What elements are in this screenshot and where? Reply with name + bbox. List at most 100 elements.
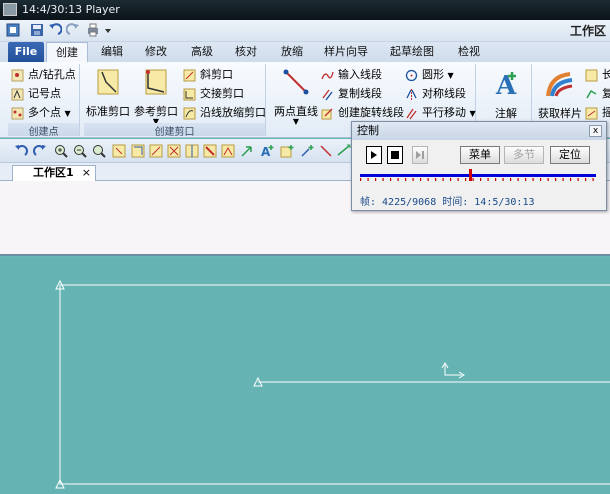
sample-shake-button[interactable]: 摇: [584, 104, 610, 122]
tab-drafting[interactable]: 起草绘图: [384, 42, 440, 62]
rotate-line-icon: [321, 108, 333, 120]
piece-tool-icon[interactable]: [131, 144, 145, 158]
marker-point-button[interactable]: 记号点: [10, 85, 61, 103]
input-line-button[interactable]: 输入线段: [320, 66, 382, 84]
sample-long-icon: [585, 69, 598, 82]
get-sample-icon: [546, 72, 573, 97]
group-create-notches: 标准剪口 参考剪口 ▼ 斜剪口 交接剪口 沿线放缩剪口 创建剪口: [84, 64, 266, 138]
copy-line-icon: [322, 89, 333, 101]
junction-notch-button[interactable]: 交接剪口: [182, 85, 244, 103]
parallel-move-button[interactable]: 平行移动 ▼: [404, 104, 476, 122]
tab-view[interactable]: 检视: [448, 42, 490, 62]
marker-icon: [11, 88, 24, 101]
text-add-icon[interactable]: A: [260, 144, 274, 158]
close-icon[interactable]: ×: [82, 166, 91, 180]
two-point-line-button[interactable]: 两点直线 ▼: [272, 66, 320, 126]
point-drill-button[interactable]: 点/钻孔点: [10, 66, 76, 84]
dropdown-arrow-icon: ▼: [447, 71, 454, 80]
copy-line-button[interactable]: 复制线段: [320, 85, 382, 103]
dropdown-arrow-icon: ▼: [292, 117, 300, 126]
input-line-icon: [321, 71, 334, 80]
line-tool-icon[interactable]: [319, 144, 333, 158]
line-add-icon[interactable]: [300, 144, 314, 158]
step-icon: [416, 151, 424, 159]
redo-icon[interactable]: [33, 144, 47, 158]
play-icon: [371, 151, 377, 159]
pattern-outline: [55, 279, 610, 489]
save-icon[interactable]: [30, 23, 44, 37]
app-icon: [3, 3, 17, 16]
zoom-in-icon[interactable]: [54, 144, 68, 158]
ribbon-tabs: File 创建 编辑 修改 高级 核对 放缩 样片向导 起草绘图 检视: [0, 42, 610, 62]
app-menu-icon[interactable]: [6, 23, 20, 37]
playback-control-panel: 控制 x 菜单 多节 定位 帧: 4225/9068 时间: 14:5/30:1…: [351, 121, 607, 211]
close-icon[interactable]: x: [589, 125, 602, 137]
quick-access-toolbar: 工作区: [0, 20, 610, 42]
rotate-line-button[interactable]: 创建旋转线段: [320, 104, 404, 122]
sample-long-button[interactable]: 长: [584, 66, 610, 84]
tab-sample-wizard[interactable]: 样片向导: [318, 42, 374, 62]
get-sample-button[interactable]: 获取样片: [534, 68, 586, 121]
dropdown-arrow-icon: ▼: [469, 109, 476, 118]
point-icon: [11, 69, 24, 82]
piece-cut-icon[interactable]: [167, 144, 181, 158]
undo-icon[interactable]: [48, 23, 62, 37]
control-title-bar[interactable]: 控制 x: [352, 122, 606, 140]
group-label: 创建剪口: [84, 123, 265, 138]
menu-button[interactable]: 菜单: [460, 146, 500, 164]
control-title: 控制: [357, 124, 379, 137]
piece-edit-icon[interactable]: [149, 144, 163, 158]
mirror-line-button[interactable]: 对称线段: [404, 85, 466, 103]
origin-axis-icon: [441, 362, 465, 379]
step-button[interactable]: [412, 146, 428, 164]
tab-check[interactable]: 核对: [226, 42, 266, 62]
tab-advanced[interactable]: 高级: [182, 42, 222, 62]
stop-button[interactable]: [387, 146, 403, 164]
undo-icon[interactable]: [14, 144, 28, 158]
junction-notch-icon: [183, 88, 196, 101]
tab-grading[interactable]: 放缩: [272, 42, 312, 62]
stop-icon: [391, 151, 399, 159]
tab-edit[interactable]: 编辑: [92, 42, 132, 62]
multi-point-icon: [11, 107, 24, 120]
document-title: 工作区: [569, 24, 606, 38]
tab-modify[interactable]: 修改: [136, 42, 176, 62]
timeline-track[interactable]: [360, 174, 596, 177]
print-icon[interactable]: [86, 23, 100, 37]
redo-icon[interactable]: [66, 23, 80, 37]
sample-copy-icon: [586, 89, 597, 99]
drawing-canvas[interactable]: [0, 258, 610, 494]
frame-time-status: 帧: 4225/9068 时间: 14:5/30:13: [360, 197, 535, 208]
document-tab-workspace1[interactable]: 工作区1 ×: [12, 165, 96, 181]
point-add-icon[interactable]: [280, 144, 294, 158]
piece-delete-icon[interactable]: [203, 144, 217, 158]
select-icon[interactable]: [112, 144, 126, 158]
piece-split-icon[interactable]: [185, 144, 199, 158]
zoom-fit-icon[interactable]: [92, 144, 106, 158]
multi-point-button[interactable]: 多个点 ▼: [10, 104, 71, 122]
tab-file[interactable]: File: [8, 42, 44, 62]
standard-notch-button[interactable]: 标准剪口: [86, 66, 130, 119]
annotation-icon: A: [495, 71, 517, 101]
piece-merge-icon[interactable]: [221, 144, 235, 158]
zoom-out-icon[interactable]: [73, 144, 87, 158]
locate-button[interactable]: 定位: [550, 146, 590, 164]
customize-qat-icon[interactable]: [104, 23, 112, 37]
annotation-button[interactable]: A 注解: [484, 68, 528, 121]
dropdown-arrow-icon: ▼: [64, 109, 71, 118]
arrow-tool-icon[interactable]: [240, 144, 254, 158]
tab-create[interactable]: 创建: [46, 42, 88, 62]
bevel-notch-icon: [183, 69, 196, 82]
multi-section-button[interactable]: 多节: [504, 146, 544, 164]
parallel-move-icon: [406, 108, 417, 120]
measure-icon[interactable]: [337, 144, 351, 158]
window-title: 14:4/30:13 Player: [22, 3, 120, 16]
mirror-line-icon: [406, 89, 417, 100]
circle-button[interactable]: 圆形 ▼: [404, 66, 454, 84]
bevel-notch-button[interactable]: 斜剪口: [182, 66, 233, 84]
group-label: 创建点: [8, 123, 79, 138]
reference-notch-button[interactable]: 参考剪口 ▼: [134, 66, 178, 126]
grade-notch-button[interactable]: 沿线放缩剪口: [182, 104, 266, 122]
play-button[interactable]: [366, 146, 382, 164]
sample-copy-button[interactable]: 复: [584, 85, 610, 103]
